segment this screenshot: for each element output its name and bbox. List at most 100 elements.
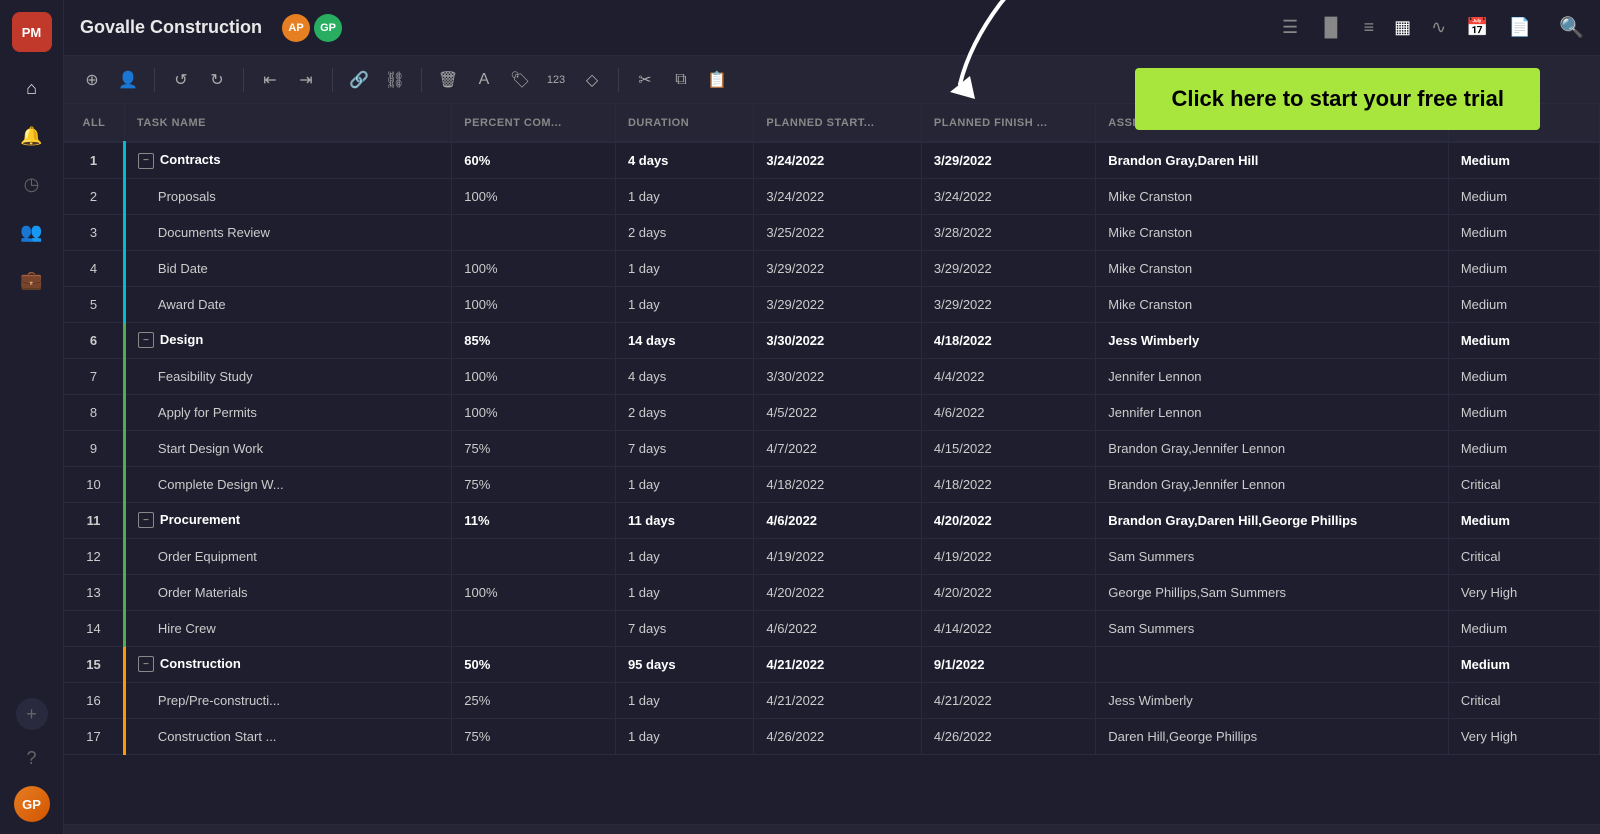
outdent-button[interactable]: ⇤ — [254, 64, 286, 96]
cut-button[interactable]: ✂ — [629, 64, 661, 96]
cell-percent: 100% — [452, 358, 616, 394]
copy-button[interactable]: ⧉ — [665, 64, 697, 96]
avatar-group: AP GP — [282, 14, 342, 42]
trial-banner[interactable]: Click here to start your free trial — [1135, 68, 1540, 130]
calendar-view-icon[interactable]: 📅 — [1466, 17, 1488, 38]
tag-button[interactable]: 🏷 — [504, 64, 536, 96]
cell-taskname[interactable]: Hire Crew — [124, 610, 451, 646]
user-avatar[interactable]: GP — [14, 786, 50, 822]
unlink-button[interactable]: ⛓ — [379, 64, 411, 96]
cell-taskname[interactable]: Documents Review — [124, 214, 451, 250]
cell-taskname[interactable]: −Construction — [124, 646, 451, 682]
cell-num: 8 — [64, 394, 124, 430]
task-table: ALL TASK NAME PERCENT COM... DURATION PL… — [64, 104, 1600, 755]
app-logo[interactable]: PM — [12, 12, 52, 52]
col-all[interactable]: ALL — [64, 104, 124, 142]
cell-num: 11 — [64, 502, 124, 538]
table-row[interactable]: 17Construction Start ...75%1 day4/26/202… — [64, 718, 1600, 754]
cell-num: 1 — [64, 142, 124, 178]
col-duration[interactable]: DURATION — [615, 104, 753, 142]
cell-assigned: George Phillips,Sam Summers — [1096, 574, 1449, 610]
col-pfinish[interactable]: PLANNED FINISH ... — [921, 104, 1095, 142]
topbar: Govalle Construction AP GP ☰ ▐▌ ≡ ▦ ∿ 📅 … — [64, 0, 1600, 56]
cell-priority: Medium — [1448, 322, 1599, 358]
shape-button[interactable]: ◇ — [576, 64, 608, 96]
table-row[interactable]: 15−Construction50%95 days4/21/20229/1/20… — [64, 646, 1600, 682]
cell-duration: 7 days — [615, 430, 753, 466]
separator-3 — [332, 68, 333, 92]
sidebar-item-notifications[interactable]: 🔔 — [12, 116, 52, 156]
link-button[interactable]: 🔗 — [343, 64, 375, 96]
gantt-view-icon[interactable]: ▐▌ — [1318, 17, 1344, 38]
sidebar-item-users[interactable]: 👥 — [12, 212, 52, 252]
add-task-button[interactable]: ⊕ — [76, 64, 108, 96]
cell-taskname[interactable]: −Contracts — [124, 142, 451, 178]
file-view-icon[interactable]: 📄 — [1509, 17, 1531, 38]
cell-taskname[interactable]: Apply for Permits — [124, 394, 451, 430]
sidebar-item-clock[interactable]: ◷ — [12, 164, 52, 204]
sidebar-item-briefcase[interactable]: 💼 — [12, 260, 52, 300]
table-view-icon[interactable]: ▦ — [1394, 17, 1411, 38]
avatar-gp[interactable]: GP — [314, 14, 342, 42]
undo-button[interactable]: ↺ — [165, 64, 197, 96]
cell-priority: Medium — [1448, 178, 1599, 214]
cell-taskname[interactable]: Prep/Pre-constructi... — [124, 682, 451, 718]
add-user-button[interactable]: 👤 — [112, 64, 144, 96]
sidebar-item-add[interactable]: + — [16, 698, 48, 730]
pulse-icon[interactable]: ∿ — [1431, 17, 1446, 38]
table-row[interactable]: 12Order Equipment1 day4/19/20224/19/2022… — [64, 538, 1600, 574]
cell-pstart: 3/29/2022 — [754, 250, 921, 286]
cell-taskname[interactable]: Award Date — [124, 286, 451, 322]
cell-duration: 14 days — [615, 322, 753, 358]
table-row[interactable]: 8Apply for Permits100%2 days4/5/20224/6/… — [64, 394, 1600, 430]
cell-taskname[interactable]: Bid Date — [124, 250, 451, 286]
cell-taskname[interactable]: Order Materials — [124, 574, 451, 610]
cell-taskname[interactable]: Start Design Work — [124, 430, 451, 466]
col-pstart[interactable]: PLANNED START... — [754, 104, 921, 142]
table-row[interactable]: 13Order Materials100%1 day4/20/20224/20/… — [64, 574, 1600, 610]
cell-priority: Medium — [1448, 250, 1599, 286]
sidebar-item-home[interactable]: ⌂ — [12, 68, 52, 108]
filter-icon[interactable]: ≡ — [1364, 17, 1375, 38]
table-row[interactable]: 5Award Date100%1 day3/29/20223/29/2022Mi… — [64, 286, 1600, 322]
table-row[interactable]: 6−Design85%14 days3/30/20224/18/2022Jess… — [64, 322, 1600, 358]
table-row[interactable]: 9Start Design Work75%7 days4/7/20224/15/… — [64, 430, 1600, 466]
table-row[interactable]: 1−Contracts60%4 days3/24/20223/29/2022Br… — [64, 142, 1600, 178]
number-button[interactable]: 123 — [540, 64, 572, 96]
cell-num: 13 — [64, 574, 124, 610]
cell-taskname[interactable]: Order Equipment — [124, 538, 451, 574]
project-title: Govalle Construction — [80, 17, 262, 38]
cell-duration: 1 day — [615, 538, 753, 574]
cell-taskname[interactable]: Construction Start ... — [124, 718, 451, 754]
delete-button[interactable]: 🗑 — [432, 64, 464, 96]
table-row[interactable]: 16Prep/Pre-constructi...25%1 day4/21/202… — [64, 682, 1600, 718]
col-taskname[interactable]: TASK NAME — [124, 104, 451, 142]
cell-pfinish: 4/19/2022 — [921, 538, 1095, 574]
cell-taskname[interactable]: Feasibility Study — [124, 358, 451, 394]
table-row[interactable]: 10Complete Design W...75%1 day4/18/20224… — [64, 466, 1600, 502]
cell-pstart: 3/24/2022 — [754, 142, 921, 178]
cell-assigned: Jennifer Lennon — [1096, 358, 1449, 394]
cell-taskname[interactable]: −Procurement — [124, 502, 451, 538]
sidebar-item-help[interactable]: ? — [12, 738, 52, 778]
col-percent[interactable]: PERCENT COM... — [452, 104, 616, 142]
list-view-icon[interactable]: ☰ — [1282, 17, 1298, 38]
cell-taskname[interactable]: Complete Design W... — [124, 466, 451, 502]
indent-button[interactable]: ⇥ — [290, 64, 322, 96]
table-row[interactable]: 3Documents Review2 days3/25/20223/28/202… — [64, 214, 1600, 250]
cell-percent: 75% — [452, 718, 616, 754]
table-row[interactable]: 11−Procurement11%11 days4/6/20224/20/202… — [64, 502, 1600, 538]
paste-button[interactable]: 📋 — [701, 64, 733, 96]
table-row[interactable]: 4Bid Date100%1 day3/29/20223/29/2022Mike… — [64, 250, 1600, 286]
search-icon[interactable]: 🔍 — [1559, 15, 1584, 40]
table-row[interactable]: 7Feasibility Study100%4 days3/30/20224/4… — [64, 358, 1600, 394]
task-table-wrapper[interactable]: ALL TASK NAME PERCENT COM... DURATION PL… — [64, 104, 1600, 824]
horizontal-scrollbar[interactable] — [64, 824, 1600, 834]
table-row[interactable]: 14Hire Crew7 days4/6/20224/14/2022Sam Su… — [64, 610, 1600, 646]
redo-button[interactable]: ↻ — [201, 64, 233, 96]
text-button[interactable]: A — [468, 64, 500, 96]
cell-taskname[interactable]: Proposals — [124, 178, 451, 214]
table-row[interactable]: 2Proposals100%1 day3/24/20223/24/2022Mik… — [64, 178, 1600, 214]
cell-taskname[interactable]: −Design — [124, 322, 451, 358]
avatar-ap[interactable]: AP — [282, 14, 310, 42]
